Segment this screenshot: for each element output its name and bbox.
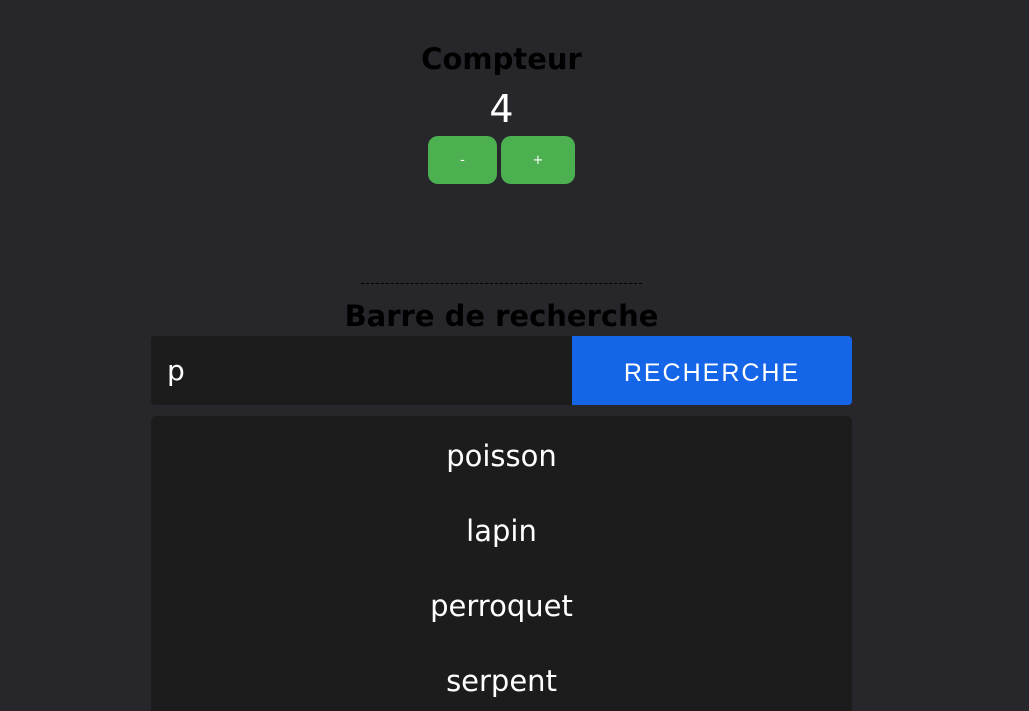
search-bar: RECHERCHE [151,336,852,405]
counter-title: Compteur [421,42,582,76]
section-divider [361,283,642,284]
increment-button[interactable]: + [501,136,575,184]
decrement-button[interactable]: - [428,136,497,184]
search-input[interactable] [151,336,572,405]
result-item-perroquet[interactable]: perroquet [151,566,852,641]
counter-buttons: - + [428,136,575,184]
search-results-list: poisson lapin perroquet serpent [151,416,852,711]
search-button[interactable]: RECHERCHE [572,336,852,405]
search-title: Barre de recherche [344,299,659,333]
result-item-serpent[interactable]: serpent [151,641,852,711]
result-item-poisson[interactable]: poisson [151,416,852,491]
result-item-lapin[interactable]: lapin [151,491,852,566]
counter-value: 4 [489,87,514,131]
page: Compteur 4 - + Barre de recherche RECHER… [0,0,1029,711]
